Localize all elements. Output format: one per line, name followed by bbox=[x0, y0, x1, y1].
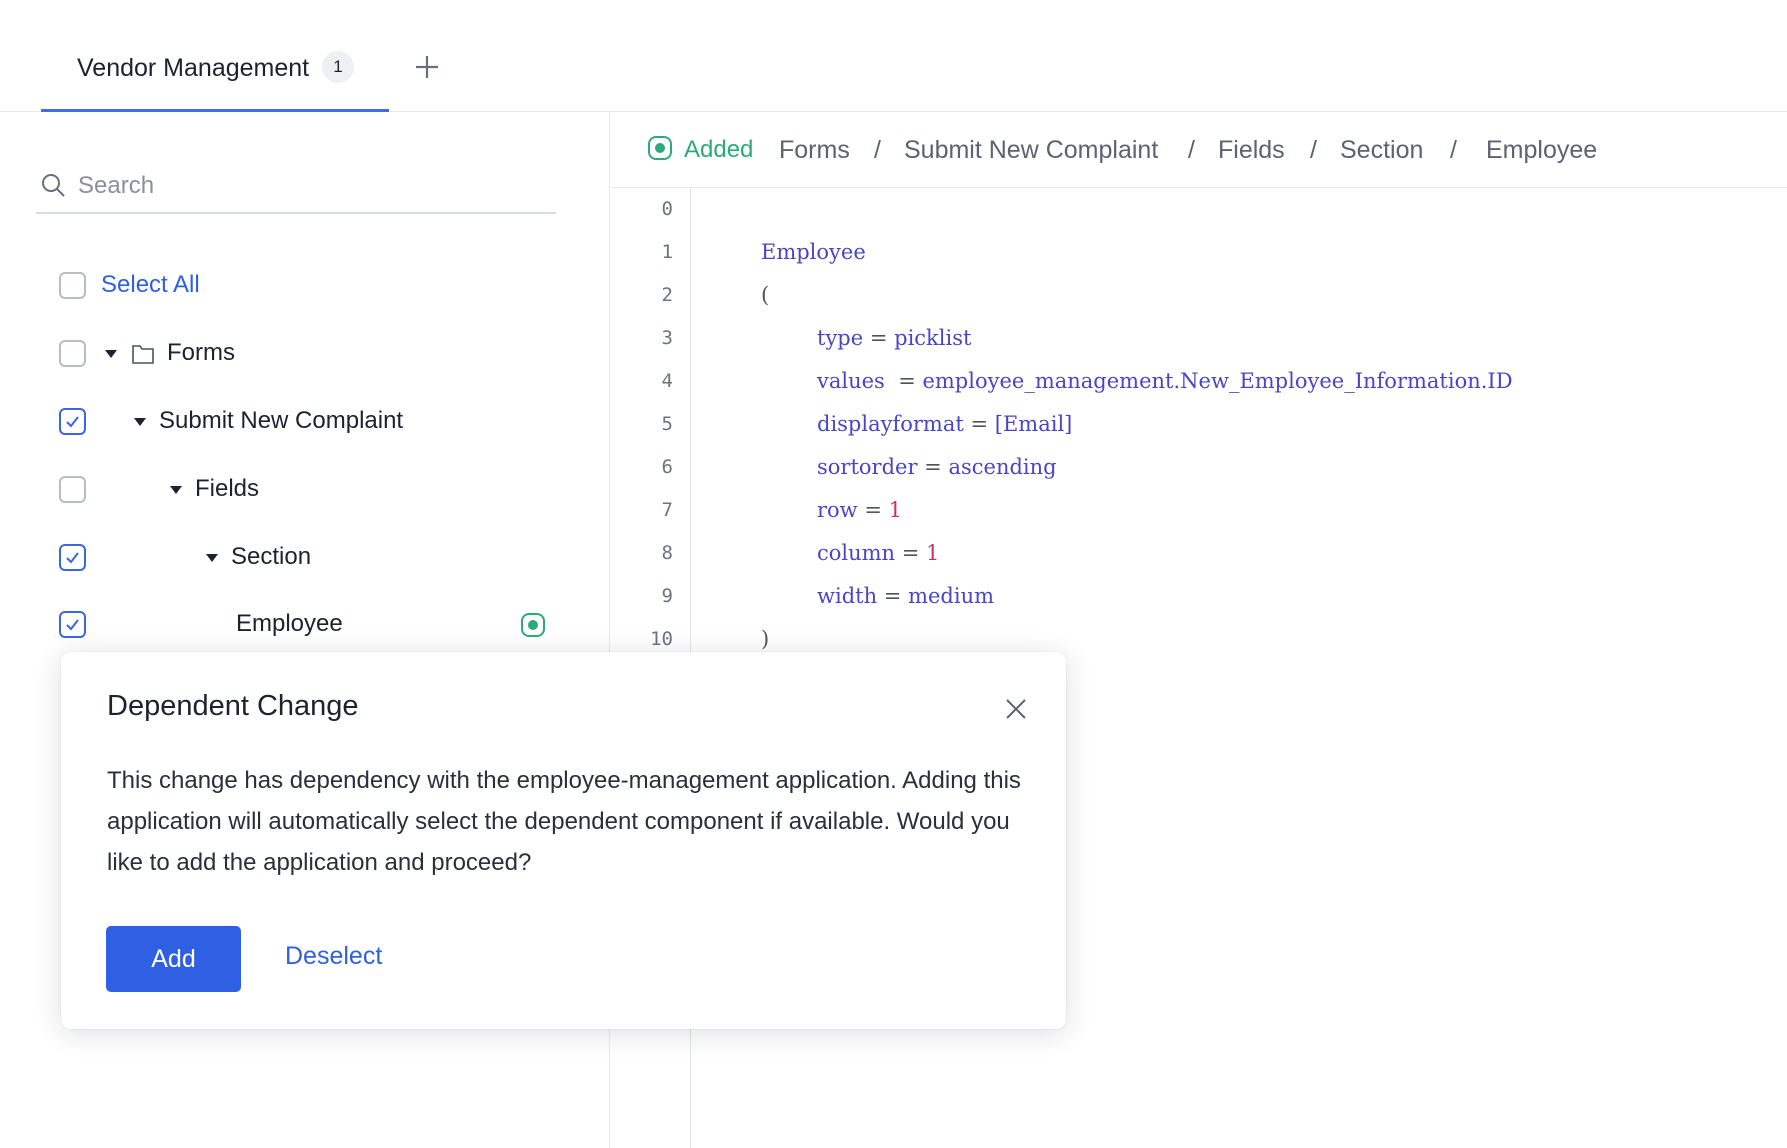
folder-icon bbox=[132, 345, 154, 364]
code-line: ( bbox=[761, 283, 769, 307]
tree-item-submit-new-complaint[interactable]: Submit New Complaint bbox=[0, 396, 560, 448]
breadcrumb-separator: / bbox=[1310, 136, 1317, 164]
code-key: displayformat bbox=[817, 412, 964, 436]
search-input[interactable] bbox=[78, 166, 548, 206]
breadcrumb-separator: / bbox=[1450, 136, 1457, 164]
line-number: 7 bbox=[661, 499, 673, 521]
line-number: 8 bbox=[661, 542, 673, 564]
tree-item-forms[interactable]: Forms bbox=[0, 328, 560, 380]
tree-item-label: Fields bbox=[195, 475, 260, 502]
code-key: column bbox=[817, 541, 896, 565]
code-line: displayformat = [Email] bbox=[817, 412, 1073, 436]
line-number: 1 bbox=[661, 241, 673, 263]
caret-down-icon[interactable] bbox=[168, 482, 184, 498]
code-line: sortorder = ascending bbox=[817, 455, 1057, 479]
search-icon bbox=[42, 174, 65, 197]
code-key: width bbox=[817, 584, 878, 608]
code-key: sortorder bbox=[817, 455, 918, 479]
tree-item-label: Section bbox=[231, 543, 312, 570]
code-line: ) bbox=[761, 627, 769, 651]
tree-item-label: Employee bbox=[236, 610, 343, 637]
code-number: 1 bbox=[888, 498, 902, 522]
code-line: width = medium bbox=[817, 584, 995, 608]
checkmark-icon bbox=[66, 619, 79, 631]
code-value: medium bbox=[908, 584, 995, 608]
breadcrumb-separator: / bbox=[874, 136, 881, 164]
code-value: [Email] bbox=[994, 412, 1073, 436]
submit-new-complaint-checkbox[interactable] bbox=[59, 408, 86, 435]
caret-down-icon[interactable] bbox=[204, 550, 220, 566]
code-value: employee_management.New_Employee_Informa… bbox=[922, 369, 1513, 393]
select-all-row[interactable]: Select All bbox=[0, 260, 560, 312]
tree-item-label: Forms bbox=[167, 339, 235, 366]
tree-item-employee[interactable]: Employee bbox=[0, 599, 560, 651]
breadcrumb-item[interactable]: Submit New Complaint bbox=[904, 136, 1158, 165]
checkmark-icon bbox=[66, 552, 79, 564]
tree-item-section[interactable]: Section bbox=[0, 532, 560, 584]
dependent-change-dialog: Dependent Change This change has depende… bbox=[61, 652, 1066, 1029]
breadcrumb: Added Forms / Submit New Complaint / Fie… bbox=[611, 112, 1787, 188]
tab-bar: Vendor Management 1 bbox=[0, 0, 1787, 112]
code-key: values bbox=[817, 369, 885, 393]
code-line: values = employee_management.New_Employe… bbox=[817, 369, 1513, 393]
line-number: 6 bbox=[661, 456, 673, 478]
code-line: row = 1 bbox=[817, 498, 902, 522]
forms-checkbox[interactable] bbox=[59, 340, 86, 367]
plus-icon bbox=[416, 56, 438, 78]
code-value: picklist bbox=[894, 326, 972, 350]
dialog-message: This change has dependency with the empl… bbox=[107, 767, 1021, 876]
code-key: type bbox=[817, 326, 864, 350]
code-line: Employee bbox=[761, 240, 866, 264]
close-icon[interactable] bbox=[1004, 697, 1028, 721]
section-checkbox[interactable] bbox=[59, 544, 86, 571]
checkmark-icon bbox=[66, 416, 79, 428]
code-line: type = picklist bbox=[817, 326, 972, 350]
employee-checkbox[interactable] bbox=[59, 611, 86, 638]
line-number: 9 bbox=[661, 585, 673, 607]
breadcrumb-item[interactable]: Employee bbox=[1486, 136, 1597, 165]
breadcrumb-item[interactable]: Forms bbox=[779, 136, 850, 165]
dialog-title: Dependent Change bbox=[107, 690, 359, 722]
breadcrumb-item[interactable]: Fields bbox=[1218, 136, 1285, 165]
breadcrumb-item[interactable]: Section bbox=[1340, 136, 1423, 165]
tab-vendor-management[interactable]: Vendor Management 1 bbox=[41, 38, 389, 112]
breadcrumb-separator: / bbox=[1188, 136, 1195, 164]
add-tab-button[interactable] bbox=[408, 48, 446, 86]
tab-count-badge: 1 bbox=[322, 51, 354, 83]
search-box bbox=[36, 162, 556, 214]
tab-label: Vendor Management bbox=[77, 54, 310, 82]
code-number: 1 bbox=[926, 541, 940, 565]
code-identifier: Employee bbox=[761, 240, 866, 264]
code-paren: ( bbox=[761, 283, 770, 307]
add-button[interactable]: Add bbox=[106, 926, 241, 992]
code-line: column = 1 bbox=[817, 541, 940, 565]
line-number: 2 bbox=[661, 284, 673, 306]
caret-down-icon[interactable] bbox=[132, 414, 148, 430]
code-value: ascending bbox=[948, 455, 1057, 479]
fields-checkbox[interactable] bbox=[59, 476, 86, 503]
added-status-icon bbox=[521, 613, 545, 637]
line-number: 5 bbox=[661, 413, 673, 435]
line-number: 4 bbox=[661, 370, 673, 392]
code-paren: ) bbox=[761, 627, 770, 651]
tree-item-label: Submit New Complaint bbox=[159, 407, 404, 434]
tree-item-fields[interactable]: Fields bbox=[0, 464, 560, 516]
line-number: 3 bbox=[661, 327, 673, 349]
status-label: Added bbox=[684, 136, 754, 163]
select-all-checkbox[interactable] bbox=[59, 272, 86, 299]
added-status-icon bbox=[648, 136, 672, 160]
code-key: row bbox=[817, 498, 858, 522]
deselect-button[interactable]: Deselect bbox=[285, 942, 382, 971]
line-number: 0 bbox=[661, 198, 673, 220]
line-number: 10 bbox=[650, 628, 673, 650]
caret-down-icon[interactable] bbox=[103, 346, 119, 362]
select-all-label[interactable]: Select All bbox=[101, 271, 200, 299]
